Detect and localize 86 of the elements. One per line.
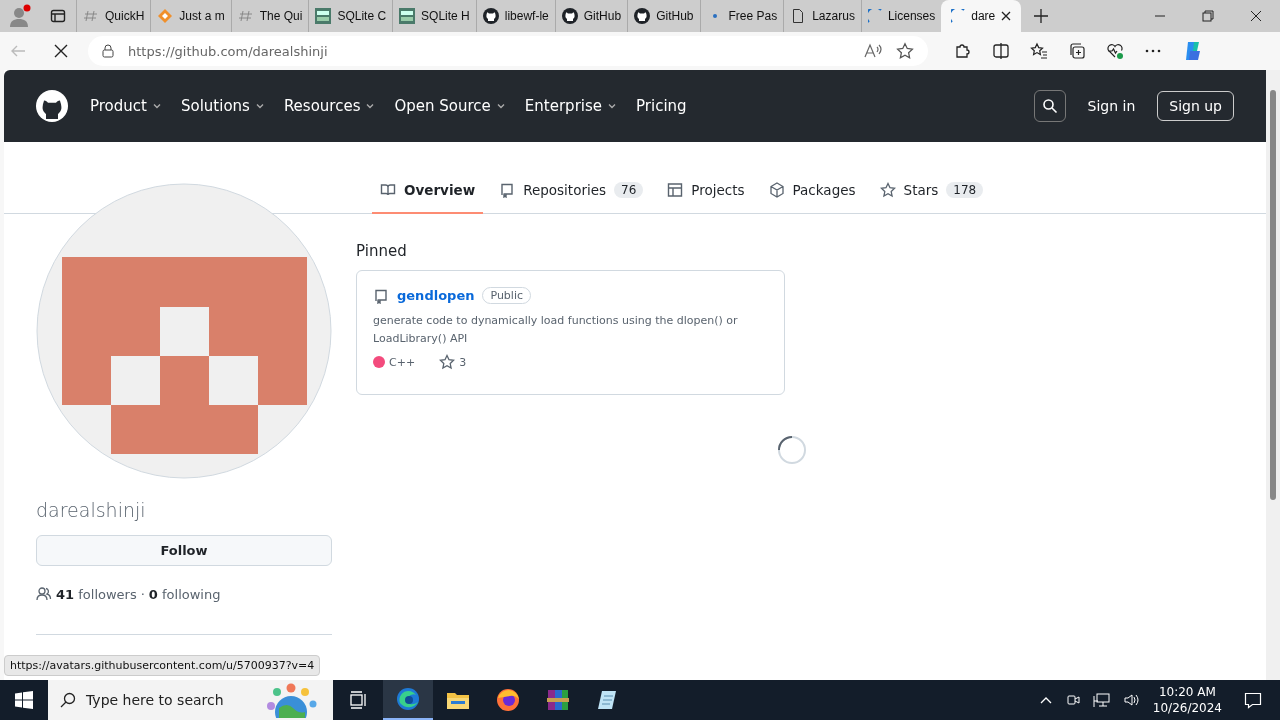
restore-icon[interactable] [1202, 10, 1214, 22]
address-bar[interactable]: https://github.com/darealshinji [88, 36, 928, 66]
edge-browser-icon[interactable] [383, 680, 433, 720]
notification-icon[interactable] [1244, 691, 1262, 709]
profile-tab[interactable]: Repositories 76 [491, 168, 652, 214]
nav-menu-item[interactable]: Resources [283, 97, 377, 115]
nav-menu-item[interactable]: Open Source [394, 97, 507, 115]
following-link[interactable]: 0 following [148, 586, 221, 602]
browser-tab[interactable]: QuickH [76, 0, 151, 32]
count-badge: 178 [946, 182, 984, 198]
profile-tab[interactable]: Overview [372, 168, 484, 214]
search-icon [1041, 98, 1058, 114]
book-icon [380, 182, 396, 198]
dot-icon [712, 14, 717, 18]
new-tab-icon[interactable] [1033, 8, 1050, 24]
people-icon [36, 586, 52, 602]
meet-now-icon[interactable] [1064, 692, 1081, 708]
repo-icon [499, 182, 516, 198]
loading-spinner-icon [777, 435, 807, 465]
favorite-star-icon[interactable] [896, 42, 914, 60]
profile-tab[interactable]: Stars 178 [871, 168, 992, 214]
browser-tab[interactable]: The Qui [230, 0, 309, 32]
table-icon [667, 182, 684, 198]
nav-menu-item[interactable]: Solutions [180, 97, 266, 115]
hash-icon [237, 8, 254, 24]
sqlite-icon [315, 8, 332, 24]
star-icon [439, 354, 456, 370]
nav-menu-item[interactable]: Pricing [636, 97, 687, 115]
repo-icon [373, 287, 389, 304]
browser-tab[interactable]: dare [941, 0, 1022, 32]
browser-tab[interactable]: GitHub [627, 0, 700, 32]
loading-icon [951, 9, 966, 23]
browser-tab[interactable]: GitHub [554, 0, 628, 32]
extensions-icon[interactable] [954, 42, 972, 60]
star-icon [879, 182, 896, 198]
split-screen-icon[interactable] [992, 42, 1010, 60]
language-label: C++ [389, 355, 416, 369]
loading-icon [867, 9, 882, 23]
package-icon [768, 182, 785, 198]
github-logo-icon [561, 8, 578, 24]
sign-up-button[interactable]: Sign up [1157, 91, 1234, 121]
browser-tab[interactable]: Lazarus [783, 0, 861, 32]
favorites-icon[interactable] [1030, 42, 1048, 60]
count-badge: 76 [614, 182, 644, 198]
hash-icon [83, 8, 99, 24]
followers-link[interactable]: 41 followers [56, 586, 137, 602]
sqlite-icon [399, 8, 416, 24]
nav-menu-item[interactable]: Enterprise [524, 97, 618, 115]
browser-tab[interactable]: libewf-le [475, 0, 555, 32]
stop-icon[interactable] [54, 44, 68, 58]
search-icon [60, 692, 76, 708]
username: darealshinji [36, 499, 147, 521]
browser-tab[interactable]: Free Pas [699, 0, 784, 32]
profile-tab[interactable]: Projects [659, 168, 753, 214]
clock[interactable]: 10:20 AM 10/26/2024 [1152, 684, 1222, 716]
browser-tab[interactable]: SQLite C [308, 0, 393, 32]
section-heading: Pinned [356, 242, 408, 260]
taskbar-search-field[interactable]: Type here to search [48, 680, 333, 720]
separator: · [140, 586, 145, 602]
network-icon[interactable] [1092, 692, 1111, 708]
profile-avatar-icon[interactable] [8, 4, 32, 28]
tab-actions-icon[interactable] [50, 8, 66, 24]
sign-in-link[interactable]: Sign in [1081, 97, 1142, 115]
read-aloud-icon[interactable] [864, 43, 882, 59]
close-icon[interactable] [1250, 10, 1262, 22]
github-logo-icon[interactable] [36, 90, 68, 122]
volume-icon[interactable] [1122, 692, 1141, 708]
windows-icon [15, 691, 33, 709]
search-button[interactable] [1033, 90, 1066, 122]
browser-tab[interactable]: SQLite H [392, 0, 476, 32]
collections-icon[interactable] [1068, 42, 1086, 60]
browser-tab[interactable]: Just a m [150, 0, 231, 32]
heart-pulse-icon[interactable] [1106, 42, 1124, 60]
repo-description: generate code to dynamically load functions using the dlopen() or LoadLibrary() API [373, 313, 739, 347]
github-logo-icon [482, 8, 499, 24]
github-logo-icon [634, 8, 651, 24]
scrollbar-thumb[interactable] [1270, 90, 1276, 500]
profile-tab[interactable]: Packages [760, 168, 864, 214]
follow-button[interactable]: Follow [36, 535, 332, 566]
star-count: 3 [459, 355, 467, 369]
diamond-icon [157, 8, 174, 24]
repo-link[interactable]: gendlopen [397, 288, 475, 303]
status-url: https://avatars.githubusercontent.com/u/5700937?v=4 [4, 655, 321, 676]
close-icon[interactable] [1001, 11, 1012, 21]
lock-icon [102, 44, 114, 58]
nav-menu-item[interactable]: Product [90, 97, 163, 115]
